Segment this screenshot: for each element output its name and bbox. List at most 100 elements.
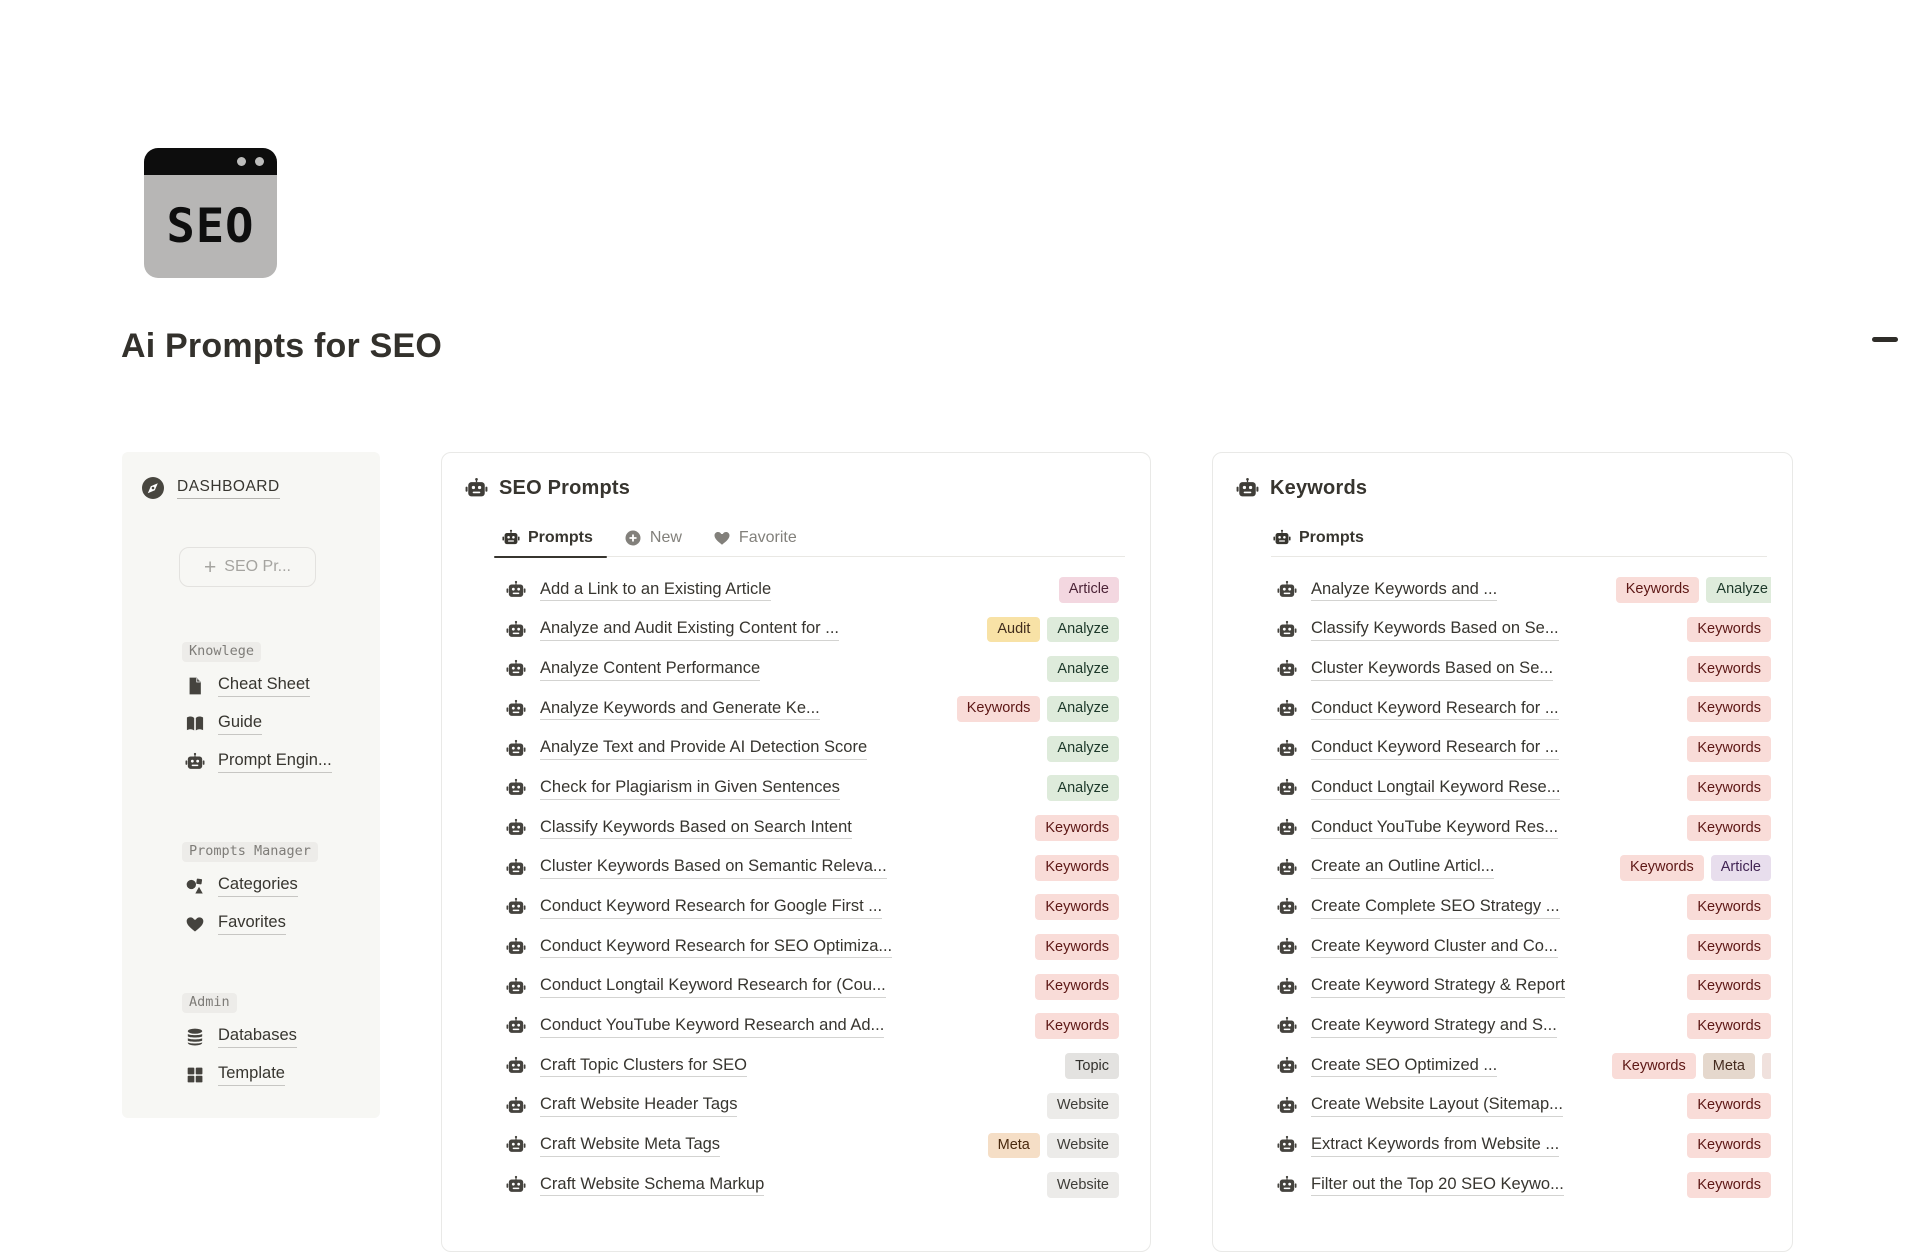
tab-favorite[interactable]: Favorite <box>711 519 799 556</box>
tag-keywords: Keywords <box>1612 1053 1696 1079</box>
tag-keywords: Keywords <box>1687 894 1771 920</box>
prompt-row[interactable]: Analyze Keywords and ...KeywordsAnalyze <box>1277 570 1771 610</box>
prompt-row[interactable]: Cluster Keywords Based on Se... Keywords <box>1277 649 1771 689</box>
prompt-row[interactable]: Analyze Text and Provide AI Detection Sc… <box>506 729 1119 769</box>
prompt-row[interactable]: Create SEO Optimized ... Keywords Meta <box>1277 1046 1771 1086</box>
prompt-title[interactable]: Create Keyword Cluster and Co... <box>1311 936 1558 959</box>
prompt-title[interactable]: Conduct Keyword Research for Google Firs… <box>540 896 882 919</box>
prompt-title[interactable]: Craft Website Schema Markup <box>540 1174 764 1197</box>
prompt-row[interactable]: Extract Keywords from Website ...Keyword… <box>1277 1126 1771 1166</box>
prompt-row[interactable]: Craft Website Schema MarkupWebsite <box>506 1165 1119 1205</box>
minus-icon[interactable] <box>1872 337 1898 342</box>
sidebar-item-cheat-sheet[interactable]: Cheat Sheet <box>185 672 380 700</box>
sidebar-item-databases[interactable]: Databases <box>185 1023 380 1051</box>
sidebar-item-label: Prompt Engin... <box>218 751 332 773</box>
prompt-row[interactable]: Craft Website Meta TagsMetaWebsite <box>506 1126 1119 1166</box>
prompt-title[interactable]: Analyze Content Performance <box>540 658 760 681</box>
prompt-title[interactable]: Conduct Longtail Keyword Research for (C… <box>540 975 886 998</box>
new-seo-prompt-button[interactable]: + SEO Pr... <box>179 547 316 587</box>
prompt-title[interactable]: Create Keyword Strategy & Report <box>1311 975 1565 998</box>
prompt-title[interactable]: Create SEO Optimized ... <box>1311 1055 1497 1078</box>
prompt-row[interactable]: Classify Keywords Based on Search Intent… <box>506 808 1119 848</box>
prompt-title[interactable]: Add a Link to an Existing Article <box>540 579 771 602</box>
tag-list: Keywords <box>1035 855 1119 881</box>
prompt-row[interactable]: Conduct Longtail Keyword Research for (C… <box>506 967 1119 1007</box>
prompt-row[interactable]: Conduct YouTube Keyword Res...Keywords <box>1277 808 1771 848</box>
prompt-row[interactable]: Analyze Content PerformanceAnalyze <box>506 649 1119 689</box>
prompt-row[interactable]: Craft Website Header TagsWebsite <box>506 1086 1119 1126</box>
robot-icon <box>465 477 488 500</box>
prompt-row[interactable]: Conduct Keyword Research for ...Keywords <box>1277 729 1771 769</box>
sidebar-item-template[interactable]: Template <box>185 1061 380 1089</box>
prompt-row[interactable]: Create Keyword Cluster and Co...Keywords <box>1277 927 1771 967</box>
section-label: Knowlege <box>182 642 261 662</box>
prompt-row[interactable]: Conduct Keyword Research for SEO Optimiz… <box>506 927 1119 967</box>
prompt-row[interactable]: Cluster Keywords Based on Semantic Relev… <box>506 848 1119 888</box>
prompt-row[interactable]: Add a Link to an Existing ArticleArticle <box>506 570 1119 610</box>
prompt-title[interactable]: Conduct Keyword Research for ... <box>1311 737 1559 760</box>
prompt-row[interactable]: Create Keyword Strategy and S...Keywords <box>1277 1007 1771 1047</box>
prompt-title[interactable]: Analyze and Audit Existing Content for .… <box>540 618 839 641</box>
prompt-title[interactable]: Create Website Layout (Sitemap... <box>1311 1094 1563 1117</box>
sidebar-item-label: Categories <box>218 875 298 897</box>
robot-icon <box>1277 580 1297 600</box>
prompt-title[interactable]: Cluster Keywords Based on Semantic Relev… <box>540 856 887 879</box>
tag-list: Keywords <box>1687 1172 1771 1198</box>
prompt-row[interactable]: Conduct Longtail Keyword Rese...Keywords <box>1277 768 1771 808</box>
prompt-row[interactable]: Filter out the Top 20 SEO Keywo... Keywor… <box>1277 1165 1771 1205</box>
sidebar-item-categories[interactable]: Categories <box>185 872 380 900</box>
prompt-row[interactable]: Conduct Keyword Research for ...Keywords <box>1277 689 1771 729</box>
tab-label: Prompts <box>528 529 593 547</box>
keywords-card: Keywords Prompts Analyze Keywords and ..… <box>1212 452 1793 1252</box>
sidebar-item-guide[interactable]: Guide <box>185 710 380 738</box>
prompt-title[interactable]: Conduct YouTube Keyword Research and Ad.… <box>540 1015 884 1038</box>
prompt-title[interactable]: Extract Keywords from Website ... <box>1311 1134 1559 1157</box>
prompt-title[interactable]: Conduct Keyword Research for ... <box>1311 698 1559 721</box>
prompt-title[interactable]: Create Keyword Strategy and S... <box>1311 1015 1557 1038</box>
shapes-icon <box>185 876 205 896</box>
prompt-row[interactable]: Create Complete SEO Strategy ... Keywords <box>1277 888 1771 928</box>
sidebar-header-dashboard[interactable]: DASHBOARD <box>141 476 280 500</box>
sidebar-item-favorites[interactable]: Favorites <box>185 910 380 938</box>
prompt-row[interactable]: Conduct Keyword Research for Google Firs… <box>506 888 1119 928</box>
prompt-title[interactable]: Craft Website Meta Tags <box>540 1134 720 1157</box>
prompt-row[interactable]: Classify Keywords Based on Se...Keywords <box>1277 610 1771 650</box>
prompt-title[interactable]: Conduct YouTube Keyword Res... <box>1311 817 1558 840</box>
prompt-row[interactable]: Create Keyword Strategy & ReportKeywords <box>1277 967 1771 1007</box>
prompt-title[interactable]: Filter out the Top 20 SEO Keywo... <box>1311 1174 1564 1197</box>
prompt-title[interactable]: Classify Keywords Based on Search Intent <box>540 817 852 840</box>
heart-icon <box>713 529 731 547</box>
tab-prompts[interactable]: Prompts <box>500 519 595 556</box>
prompt-row[interactable]: Analyze Keywords and Generate Ke...Keywo… <box>506 689 1119 729</box>
tab-new[interactable]: New <box>622 519 684 556</box>
sidebar-item-prompt-engin[interactable]: Prompt Engin... <box>185 748 380 776</box>
prompt-title[interactable]: Analyze Keywords and ... <box>1311 579 1497 602</box>
prompt-row[interactable]: Analyze and Audit Existing Content for .… <box>506 610 1119 650</box>
prompt-title[interactable]: Conduct Longtail Keyword Rese... <box>1311 777 1560 800</box>
prompt-title[interactable]: Conduct Keyword Research for SEO Optimiz… <box>540 936 892 959</box>
prompt-title[interactable]: Craft Website Header Tags <box>540 1094 737 1117</box>
database-icon <box>185 1027 205 1047</box>
prompt-row[interactable]: Craft Topic Clusters for SEOTopic <box>506 1046 1119 1086</box>
tag-list: Keywords <box>1687 656 1771 682</box>
prompt-row[interactable]: Create an Outline Articl...KeywordsArtic… <box>1277 848 1771 888</box>
prompt-title[interactable]: Classify Keywords Based on Se... <box>1311 618 1559 641</box>
prompt-title[interactable]: Analyze Keywords and Generate Ke... <box>540 698 820 721</box>
prompt-row[interactable]: Conduct YouTube Keyword Research and Ad.… <box>506 1007 1119 1047</box>
tab-prompts[interactable]: Prompts <box>1271 519 1366 556</box>
tag-keywords: Keywords <box>1035 1013 1119 1039</box>
dashboard-sidebar: DASHBOARD + SEO Pr... Knowlege Cheat Shee… <box>122 452 380 1118</box>
prompt-title[interactable]: Create an Outline Articl... <box>1311 856 1494 879</box>
prompt-row[interactable]: Check for Plagiarism in Given SentencesA… <box>506 768 1119 808</box>
prompt-title[interactable]: Cluster Keywords Based on Se... <box>1311 658 1553 681</box>
prompt-title[interactable]: Craft Topic Clusters for SEO <box>540 1055 747 1078</box>
prompt-title[interactable]: Check for Plagiarism in Given Sentences <box>540 777 840 800</box>
prompt-title[interactable]: Create Complete SEO Strategy ... <box>1311 896 1560 919</box>
prompt-row[interactable]: Create Website Layout (Sitemap...Keyword… <box>1277 1086 1771 1126</box>
tag-meta: Meta <box>1703 1053 1755 1079</box>
new-seo-prompt-label: SEO Pr... <box>224 558 291 576</box>
tab-label: Favorite <box>739 529 797 547</box>
tag-analyze: Analyze <box>1047 736 1119 762</box>
tag-keywords: Keywords <box>1035 815 1119 841</box>
prompt-title[interactable]: Analyze Text and Provide AI Detection Sc… <box>540 737 867 760</box>
